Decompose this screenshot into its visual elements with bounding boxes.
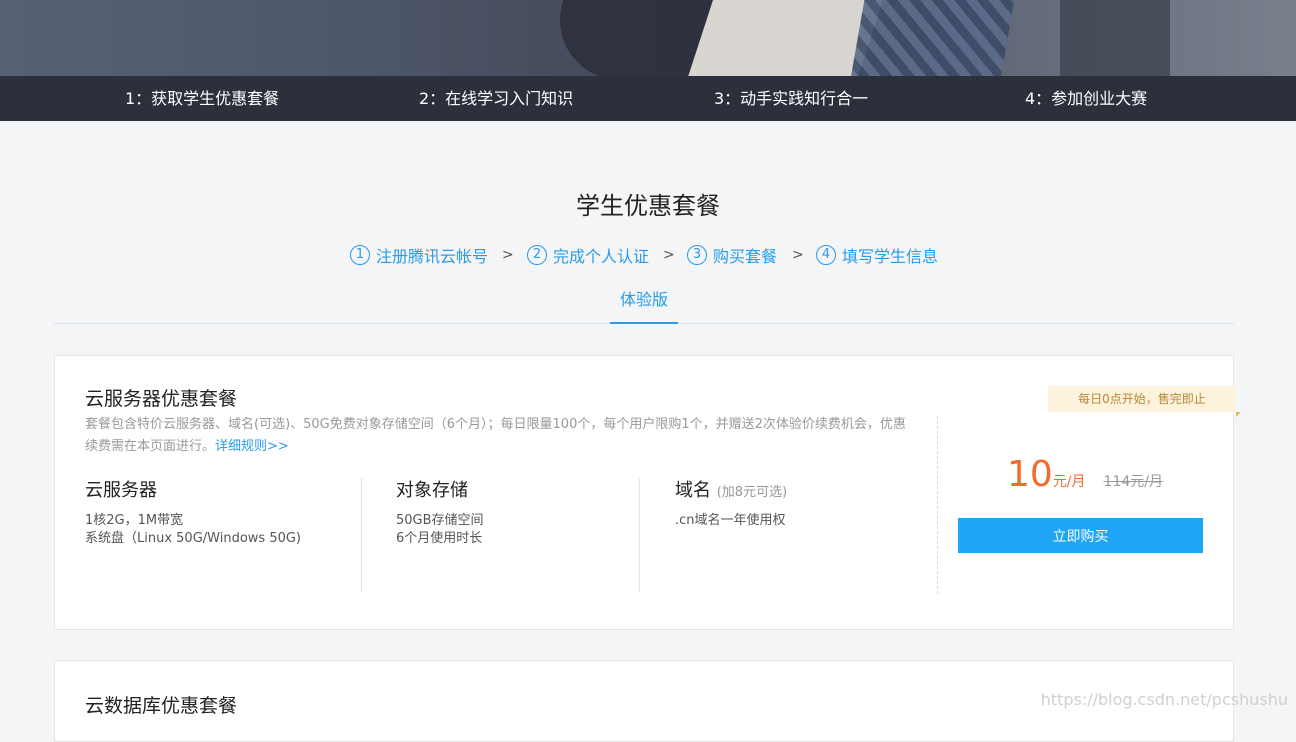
watermark: https://blog.csdn.net/pcshushu — [1040, 690, 1288, 709]
purchase-step-2[interactable]: 2 完成个人认证 — [527, 243, 649, 267]
column-divider — [361, 478, 362, 593]
purchase-steps: 1 注册腾讯云帐号 > 2 完成个人认证 > 3 购买套餐 > 4 填写学生信息 — [0, 243, 1296, 267]
top-step-4[interactable]: 4：参加创业大赛 — [1025, 76, 1147, 121]
card-title: 云服务器优惠套餐 — [85, 388, 238, 410]
chevron-right-icon: > — [792, 247, 804, 263]
feature-heading: 云服务器 — [85, 480, 157, 501]
step-label: 购买套餐 — [713, 247, 778, 266]
cvm-package-card: 云服务器优惠套餐 套餐包含特价云服务器、域名(可选)、50G免费对象存储空间（6… — [54, 355, 1241, 630]
step-label: 注册腾讯云帐号 — [376, 247, 489, 266]
top-step-2[interactable]: 2：在线学习入门知识 — [419, 76, 573, 121]
section-title: 学生优惠套餐 — [576, 192, 720, 220]
top-step-1[interactable]: 1：获取学生优惠套餐 — [125, 76, 279, 121]
card-description: 套餐包含特价云服务器、域名(可选)、50G免费对象存储空间（6个月）；每日限量1… — [85, 414, 915, 458]
tab-underline — [610, 322, 678, 324]
feature-heading-text: 域名 — [675, 480, 711, 501]
buy-now-button[interactable]: 立即购买 — [958, 518, 1203, 553]
chevron-right-icon: > — [502, 247, 514, 263]
step-number: 2 — [527, 245, 547, 265]
step-label: 完成个人认证 — [553, 247, 650, 266]
original-price: 114元/月 — [1103, 474, 1163, 490]
hero-banner-image — [0, 0, 1296, 76]
price-unit: 元/月 — [1052, 474, 1086, 490]
card-title: 云数据库优惠套餐 — [85, 695, 238, 717]
step-label: 填写学生信息 — [842, 247, 939, 266]
purchase-step-1[interactable]: 1 注册腾讯云帐号 — [350, 243, 488, 267]
price-divider — [937, 416, 938, 594]
top-step-nav: 1：获取学生优惠套餐 2：在线学习入门知识 3：动手实践知行合一 4：参加创业大… — [0, 76, 1296, 121]
card-desc-text: 套餐包含特价云服务器、域名(可选)、50G免费对象存储空间（6个月）；每日限量1… — [85, 417, 906, 454]
feature-heading: 域名 (加8元可选) — [675, 476, 787, 502]
feature-heading-note: (加8元可选) — [716, 485, 788, 500]
column-divider — [639, 478, 640, 593]
feature-line: 50GB存储空间 — [396, 513, 484, 528]
purchase-step-3[interactable]: 3 购买套餐 — [687, 243, 777, 267]
step-number: 4 — [816, 245, 836, 265]
step-number: 3 — [687, 245, 707, 265]
feature-line: .cn域名一年使用权 — [675, 513, 786, 528]
feature-line: 1核2G，1M带宽 — [85, 513, 184, 528]
feature-line: 系统盘（Linux 50G/Windows 50G) — [85, 531, 302, 546]
price-display: 10元/月 114元/月 — [1007, 454, 1163, 495]
feature-cos: 对象存储 50GB存储空间 6个月使用时长 — [396, 476, 484, 548]
chevron-right-icon: > — [663, 247, 675, 263]
feature-heading: 对象存储 — [396, 480, 468, 501]
feature-line: 6个月使用时长 — [396, 531, 483, 546]
daily-limit-badge: 每日0点开始，售完即止 — [1048, 386, 1241, 417]
rules-link[interactable]: 详细规则>> — [215, 439, 289, 454]
top-step-3[interactable]: 3：动手实践知行合一 — [714, 76, 868, 121]
feature-cvm: 云服务器 1核2G，1M带宽 系统盘（Linux 50G/Windows 50G… — [85, 476, 301, 548]
price-value: 10 — [1007, 454, 1053, 495]
tab-label: 体验版 — [619, 290, 668, 309]
badge-text: 每日0点开始，售完即止 — [1078, 392, 1206, 406]
purchase-step-4[interactable]: 4 填写学生信息 — [816, 243, 938, 267]
feature-domain: 域名 (加8元可选) .cn域名一年使用权 — [675, 476, 787, 530]
step-number: 1 — [350, 245, 370, 265]
tab-trial-version[interactable]: 体验版 — [610, 286, 678, 324]
